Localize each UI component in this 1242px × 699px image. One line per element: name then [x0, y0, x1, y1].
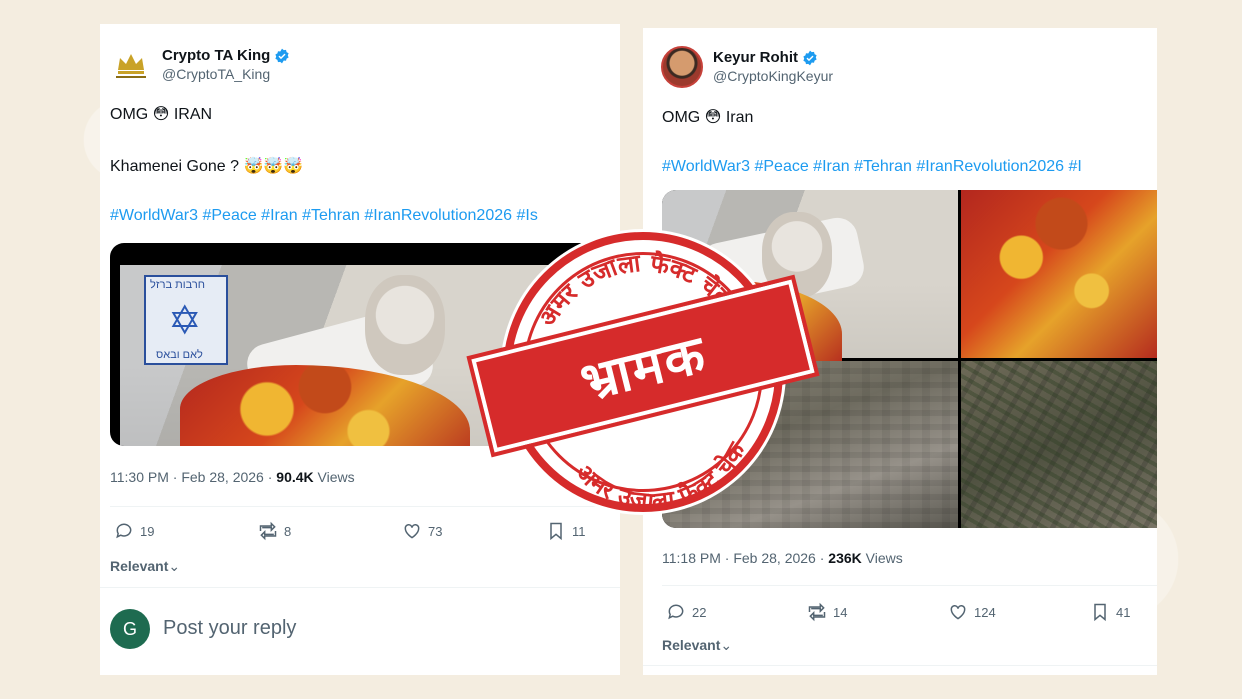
- text-iran: Iran: [725, 109, 754, 126]
- crown-icon: [116, 54, 146, 78]
- tweet-header: Keyur Rohit @CryptoKingKeyur: [661, 46, 833, 88]
- views-label: Views: [313, 469, 355, 485]
- display-name[interactable]: Keyur Rohit: [713, 49, 798, 68]
- bookmark-button[interactable]: 41: [1090, 602, 1130, 622]
- verified-badge-icon: [803, 50, 817, 66]
- flushed-emoji-icon: 😳: [704, 107, 722, 126]
- sign-text-bottom: לאם ובאס: [156, 349, 203, 361]
- text-omg: OMG: [662, 109, 701, 126]
- display-name[interactable]: Crypto TA King: [162, 47, 270, 66]
- like-count: 124: [974, 604, 996, 620]
- tweet-text-line-1: OMG 😳 IRAN: [110, 104, 212, 125]
- heart-icon: [950, 604, 966, 620]
- relevant-label: Relevant: [110, 558, 169, 574]
- exploding-head-emoji-icon: 🤯🤯🤯: [243, 156, 304, 175]
- like-button[interactable]: 124: [948, 602, 996, 622]
- tweet-text-line-1: OMG 😳 Iran: [662, 107, 753, 128]
- reply-avatar: G: [110, 609, 150, 649]
- tweet-meta: 11:18 PM · Feb 28, 2026 · 236K Views: [662, 550, 903, 566]
- reply-button[interactable]: 22: [666, 602, 706, 622]
- verified-badge-icon: [275, 48, 289, 64]
- reply-count: 19: [140, 523, 155, 539]
- bookmark-icon: [1094, 603, 1106, 622]
- like-count: 73: [428, 523, 443, 539]
- tweet-header: Crypto TA King @CryptoTA_King: [110, 44, 290, 86]
- repost-count: 14: [833, 604, 848, 620]
- text-khamenei: Khamenei Gone ?: [110, 158, 239, 175]
- tweet-timestamp[interactable]: 11:18 PM · Feb 28, 2026 ·: [662, 550, 828, 566]
- view-count: 90.4K: [276, 469, 314, 485]
- text-iran: IRAN: [173, 106, 213, 123]
- tweet-meta: 11:30 PM · Feb 28, 2026 · 90.4K Views: [110, 469, 355, 485]
- divider: [100, 587, 620, 588]
- reply-input[interactable]: Post your reply: [163, 617, 296, 640]
- heart-icon: [404, 523, 420, 539]
- divider: [662, 585, 1157, 586]
- reply-button[interactable]: 19: [114, 521, 154, 541]
- repost-icon: [259, 521, 277, 541]
- reply-count: 22: [692, 604, 707, 620]
- fact-check-stamp: अमर उजाला फैक्ट चेक अमर उजाला फैक्ट चेक …: [467, 232, 819, 532]
- sort-relevant-dropdown[interactable]: Relevant⌄: [662, 637, 732, 654]
- like-button[interactable]: 73: [402, 521, 442, 541]
- profile-avatar[interactable]: [661, 46, 703, 88]
- repost-button[interactable]: 8: [258, 521, 291, 541]
- hashtags[interactable]: #WorldWar3 #Peace #Iran #Tehran #IranRev…: [110, 207, 538, 225]
- chevron-down-icon: ⌄: [720, 637, 733, 653]
- grid-photo-satellite-2: [961, 361, 1157, 528]
- handle[interactable]: @CryptoKingKeyur: [713, 68, 833, 86]
- view-count: 236K: [828, 550, 862, 566]
- stamp-arc-bottom: अमर उजाला फैक्ट चेक: [570, 437, 751, 512]
- sort-relevant-dropdown[interactable]: Relevant⌄: [110, 558, 180, 575]
- grid-photo-blanket: [961, 190, 1157, 358]
- repost-count: 8: [284, 523, 292, 539]
- relevant-label: Relevant: [662, 637, 721, 653]
- text-omg: OMG: [110, 106, 149, 123]
- reply-icon: [116, 523, 132, 539]
- repost-icon: [808, 602, 826, 622]
- bookmark-count: 41: [1116, 604, 1131, 620]
- star-icon: ✡: [168, 298, 202, 344]
- divider: [643, 665, 1157, 666]
- chevron-down-icon: ⌄: [168, 558, 181, 574]
- sign-text-top: חרבות ברזל: [150, 279, 205, 291]
- hashtags[interactable]: #WorldWar3 #Peace #Iran #Tehran #IranRev…: [662, 158, 1082, 176]
- crown-avatar[interactable]: [110, 44, 152, 86]
- tweet-text-line-2: Khamenei Gone ? 🤯🤯🤯: [110, 156, 303, 177]
- sign-board: חרבות ברזל ✡ לאם ובאס: [144, 275, 228, 365]
- svg-text:अमर उजाला फैक्ट चेक: अमर उजाला फैक्ट चेक: [570, 437, 751, 512]
- stamp-label: भ्रामक: [574, 323, 713, 413]
- reply-icon: [668, 604, 684, 620]
- views-label: Views: [861, 550, 903, 566]
- patient-face: [365, 275, 445, 375]
- repost-button[interactable]: 14: [807, 602, 847, 622]
- flushed-emoji-icon: 😳: [152, 104, 170, 123]
- handle[interactable]: @CryptoTA_King: [162, 66, 290, 84]
- tweet-timestamp[interactable]: 11:30 PM · Feb 28, 2026 ·: [110, 469, 276, 485]
